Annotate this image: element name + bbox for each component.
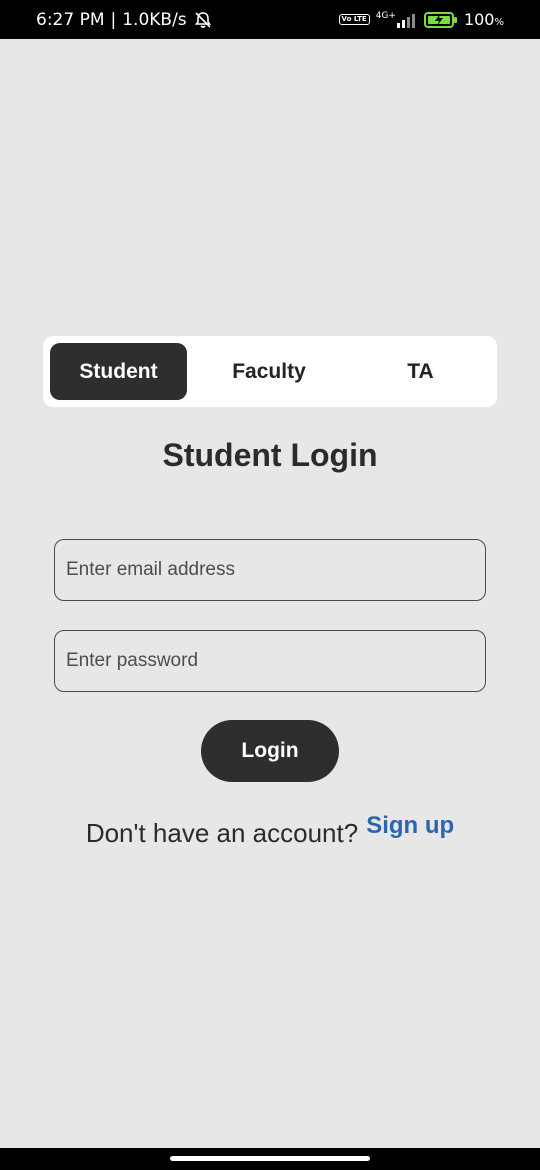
- mute-bell-icon: [193, 10, 213, 30]
- role-tab-bar: Student Faculty TA: [43, 336, 497, 407]
- password-field[interactable]: [54, 630, 486, 692]
- network-type: 4G+: [375, 11, 396, 21]
- volte-icon: Vo LTE: [338, 14, 370, 25]
- status-time: 6:27 PM: [36, 9, 105, 30]
- tab-student[interactable]: Student: [50, 343, 187, 400]
- battery-charging-icon: [423, 11, 458, 29]
- status-right: Vo LTE 4G+ 100%: [338, 10, 504, 29]
- status-separator: |: [110, 9, 117, 30]
- navigation-bar: [0, 1148, 540, 1170]
- status-bar: 6:27 PM | 1.0KB/s Vo LTE 4G+ 100%: [0, 0, 540, 39]
- battery-value: 100: [463, 10, 495, 29]
- status-left: 6:27 PM | 1.0KB/s: [36, 10, 213, 30]
- login-screen: 6:27 PM | 1.0KB/s Vo LTE 4G+ 100% Studen…: [0, 0, 540, 1170]
- signal-icon: 4G+: [376, 12, 418, 28]
- home-indicator[interactable]: [170, 1156, 370, 1161]
- signup-prompt: Don't have an account?: [85, 818, 359, 848]
- page-title: Student Login: [162, 437, 378, 473]
- tab-ta[interactable]: TA: [351, 343, 490, 400]
- email-field[interactable]: [54, 539, 486, 601]
- tab-faculty[interactable]: Faculty: [187, 343, 351, 400]
- battery-percent: 100%: [464, 10, 504, 29]
- signup-link[interactable]: Sign up: [366, 812, 454, 840]
- signup-row: Don't have an account? Sign up: [0, 812, 540, 849]
- battery-unit: %: [494, 17, 504, 28]
- status-net-speed: 1.0KB/s: [122, 9, 187, 30]
- login-button[interactable]: Login: [201, 720, 339, 782]
